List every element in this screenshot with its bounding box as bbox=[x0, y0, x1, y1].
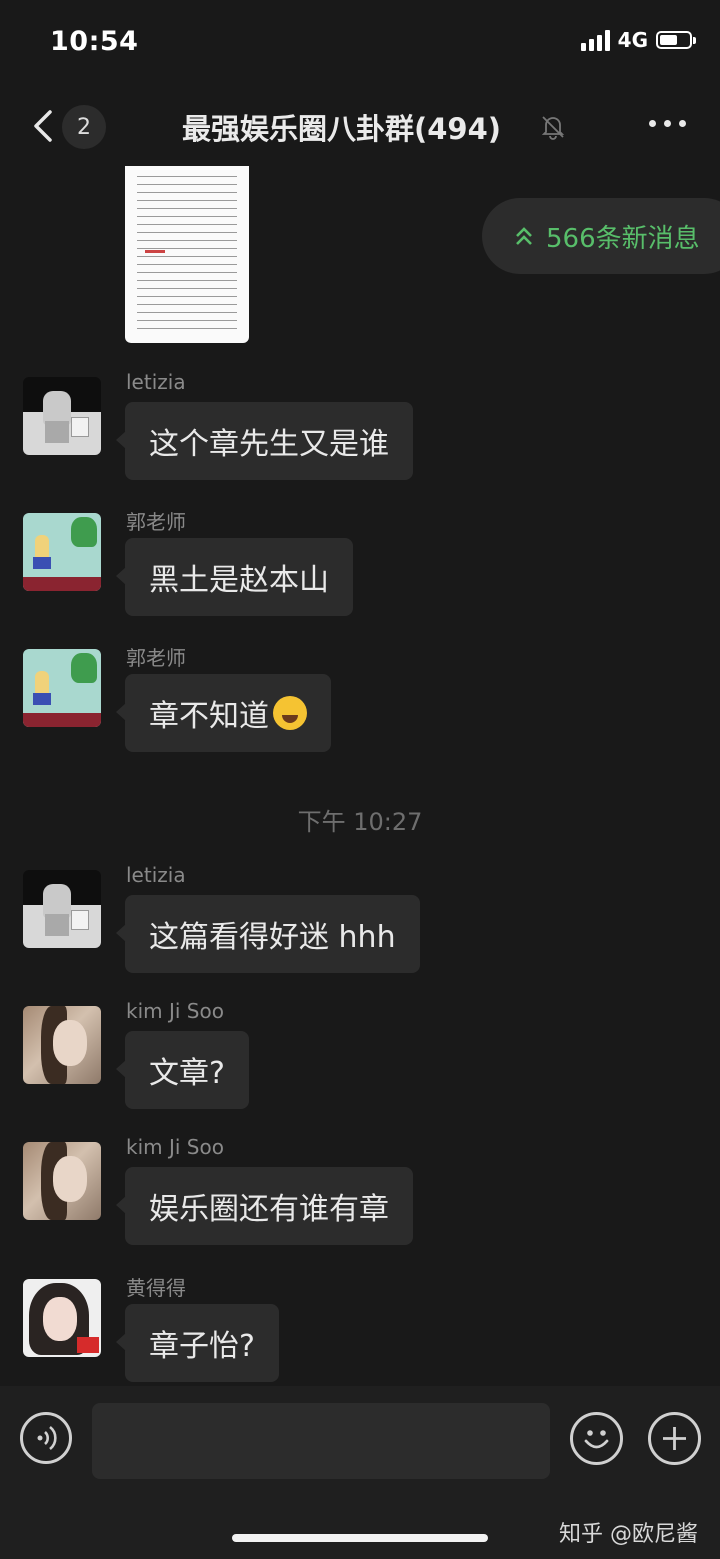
unread-count-badge[interactable]: 2 bbox=[62, 105, 106, 149]
sender-name: 郭老师 bbox=[126, 510, 186, 534]
message-bubble[interactable]: 章子怡? bbox=[116, 1304, 279, 1382]
more-functions-button[interactable] bbox=[648, 1412, 701, 1465]
double-chevron-up-icon bbox=[516, 227, 532, 245]
plus-icon bbox=[663, 1427, 686, 1450]
pixel-dino-avatar[interactable] bbox=[23, 649, 101, 727]
chat-header: 2 最强娱乐圈八卦群(494) bbox=[0, 90, 720, 162]
message-text: 章不知道 bbox=[149, 699, 269, 734]
portrait-avatar[interactable] bbox=[23, 1142, 101, 1220]
message-bubble[interactable]: 娱乐圈还有谁有章 bbox=[116, 1167, 413, 1245]
pixel-dino-avatar[interactable] bbox=[23, 513, 101, 591]
network-label: 4G bbox=[617, 28, 648, 52]
astronaut-avatar[interactable] bbox=[23, 870, 101, 948]
home-indicator[interactable] bbox=[232, 1534, 488, 1542]
sender-name: letizia bbox=[126, 863, 186, 887]
message-input[interactable] bbox=[92, 1403, 550, 1479]
message-bubble[interactable]: 章不知道 bbox=[116, 674, 331, 752]
sender-name: letizia bbox=[126, 370, 186, 394]
image-message[interactable] bbox=[125, 166, 249, 343]
battery-icon bbox=[656, 31, 696, 49]
sender-name: 郭老师 bbox=[126, 646, 186, 670]
sender-name: 黄得得 bbox=[126, 1276, 186, 1300]
facepalm-emoji-icon bbox=[273, 696, 307, 730]
message-bubble[interactable]: 这个章先生又是谁 bbox=[116, 402, 413, 480]
more-options-icon[interactable] bbox=[649, 120, 686, 127]
sender-name: kim Ji Soo bbox=[126, 1135, 224, 1159]
status-indicators: 4G bbox=[580, 28, 696, 52]
chat-title: 最强娱乐圈八卦群(494) bbox=[182, 112, 502, 146]
astronaut-avatar[interactable] bbox=[23, 377, 101, 455]
message-bubble[interactable]: 文章? bbox=[116, 1031, 249, 1109]
time-divider: 下午 10:27 bbox=[297, 808, 423, 836]
status-time: 10:54 bbox=[50, 26, 139, 57]
new-messages-label: 566条新消息 bbox=[546, 223, 700, 254]
portrait-avatar[interactable] bbox=[23, 1006, 101, 1084]
portrait-flag-avatar[interactable] bbox=[23, 1279, 101, 1357]
voice-input-button[interactable] bbox=[20, 1412, 72, 1464]
signal-icon bbox=[580, 29, 610, 51]
message-bubble[interactable]: 这篇看得好迷 hhh bbox=[116, 895, 420, 973]
watermark: 知乎 @欧尼酱 bbox=[559, 1522, 698, 1547]
message-bubble[interactable]: 黑土是赵本山 bbox=[116, 538, 353, 616]
mute-bell-icon bbox=[541, 116, 565, 140]
highlight-mark bbox=[145, 250, 165, 253]
back-chevron-icon[interactable] bbox=[28, 106, 62, 146]
new-messages-button[interactable]: 566条新消息 bbox=[482, 198, 720, 274]
emoji-button[interactable] bbox=[570, 1412, 623, 1465]
sender-name: kim Ji Soo bbox=[126, 999, 224, 1023]
voice-icon bbox=[37, 1425, 57, 1451]
smiley-icon bbox=[584, 1430, 609, 1449]
